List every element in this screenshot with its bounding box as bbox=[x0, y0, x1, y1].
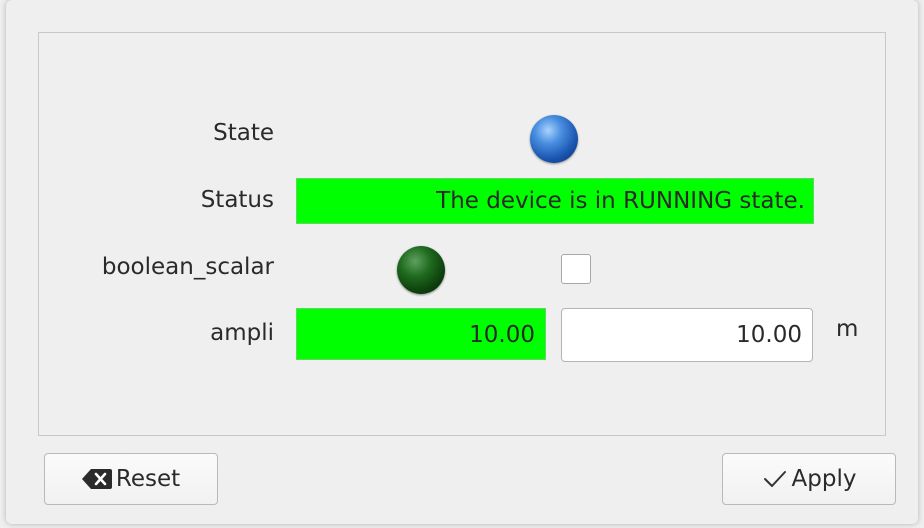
status-label: Status bbox=[200, 187, 274, 213]
ampli-unit: m bbox=[836, 316, 859, 342]
form-panel bbox=[38, 32, 886, 436]
state-led bbox=[530, 115, 578, 163]
ampli-label: ampli bbox=[210, 320, 274, 346]
state-label: State bbox=[213, 120, 274, 146]
apply-button-label: Apply bbox=[791, 466, 857, 492]
apply-button[interactable]: Apply bbox=[722, 453, 896, 505]
boolean-scalar-checkbox[interactable] bbox=[561, 254, 591, 284]
checkmark-icon bbox=[762, 468, 788, 490]
boolean-scalar-led bbox=[397, 246, 445, 294]
backspace-icon bbox=[81, 468, 112, 490]
reset-button-label: Reset bbox=[115, 466, 181, 492]
reset-button[interactable]: Reset bbox=[44, 453, 218, 505]
status-value: The device is in RUNNING state. bbox=[296, 178, 814, 224]
ampli-read-value: 10.00 bbox=[296, 308, 546, 360]
ampli-write-input[interactable]: 10.00 bbox=[561, 308, 813, 362]
boolean-scalar-label: boolean_scalar bbox=[101, 254, 274, 280]
